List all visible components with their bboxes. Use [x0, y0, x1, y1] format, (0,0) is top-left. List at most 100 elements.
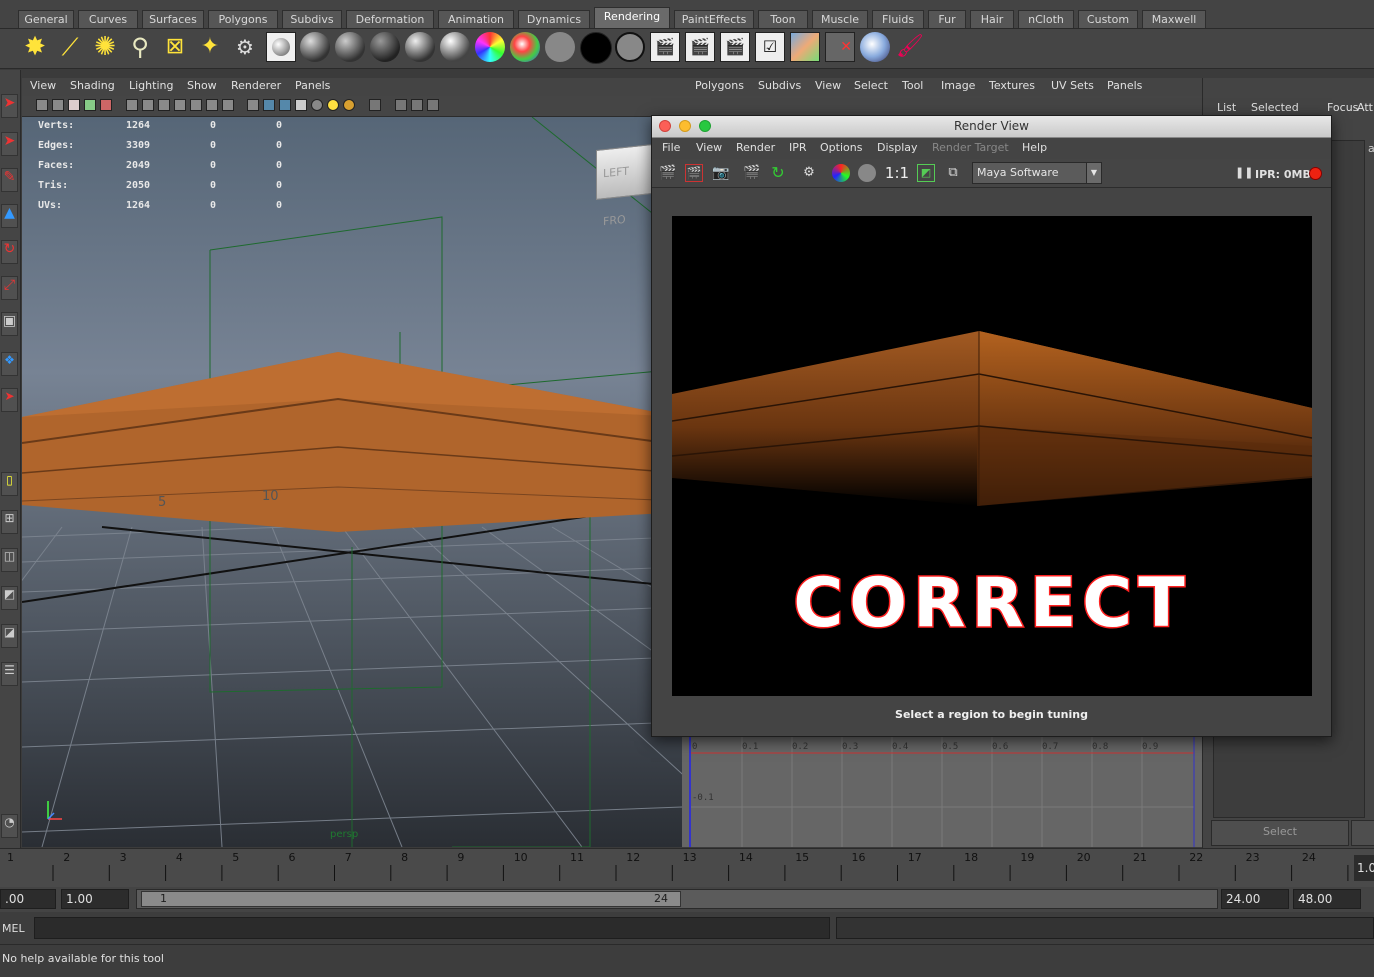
surface-shader-icon[interactable]	[545, 32, 575, 62]
range-slider-track[interactable]: 1 24	[136, 889, 1218, 909]
render-settings-button-icon[interactable]: ⚙	[800, 164, 818, 182]
camera-attributes-icon[interactable]	[52, 99, 64, 111]
mel-label[interactable]: MEL	[2, 922, 25, 935]
bookmarks-icon[interactable]	[68, 99, 80, 111]
rotate-tool-icon[interactable]: ↻	[1, 240, 18, 264]
render-current-frame-icon[interactable]: 🎬	[650, 32, 680, 62]
single-pane-layout-icon[interactable]: ▯	[1, 472, 18, 496]
soft-mod-tool-icon[interactable]: ❖	[1, 352, 18, 376]
last-tool-icon[interactable]: ➤	[1, 388, 18, 412]
shelf-tab-hair[interactable]: Hair	[970, 10, 1014, 28]
uv-menu-select[interactable]: Select	[854, 79, 888, 92]
viewport-menu-view[interactable]: View	[30, 79, 56, 92]
two-d-pan-zoom-icon[interactable]	[100, 99, 112, 111]
render-region-icon[interactable]: 🎬	[685, 164, 703, 182]
playback-start-field[interactable]: 1.00	[61, 889, 129, 909]
shelf-tab-surfaces[interactable]: Surfaces	[142, 10, 204, 28]
safe-title-icon[interactable]	[222, 99, 234, 111]
four-pane-layout-icon[interactable]: ⊞	[1, 510, 18, 534]
light-linking-icon[interactable]: ⚙	[230, 32, 260, 62]
ipr-render-button-icon[interactable]: 🎬	[743, 164, 761, 182]
shading-map-icon[interactable]	[615, 32, 645, 62]
refresh-ipr-icon[interactable]: ↻	[769, 164, 787, 182]
resolution-gate-icon[interactable]	[158, 99, 170, 111]
spot-light-icon[interactable]: ⚲	[125, 32, 155, 62]
load-attributes-button[interactable]	[1351, 820, 1374, 846]
point-light-icon[interactable]: ✺	[90, 32, 120, 62]
viewport-menu-renderer[interactable]: Renderer	[231, 79, 281, 92]
panel-tab-selected[interactable]: Selected	[1251, 101, 1299, 114]
film-gate-icon[interactable]	[142, 99, 154, 111]
renderer-select[interactable]: Maya Software ▼	[972, 162, 1102, 184]
view-cube[interactable]: LEFT FRO	[596, 144, 652, 228]
select-camera-icon[interactable]	[36, 99, 48, 111]
panel-tab-attributes[interactable]: Att	[1357, 101, 1373, 114]
image-plane-icon[interactable]	[84, 99, 96, 111]
display-rgb-channels-icon[interactable]	[832, 164, 850, 182]
shadows-icon[interactable]	[327, 99, 339, 111]
select-tool-icon[interactable]: ➤	[1, 94, 18, 118]
hypershade-icon[interactable]	[266, 32, 296, 62]
xray-icon[interactable]	[395, 99, 407, 111]
volume-light-icon[interactable]: ✦	[195, 32, 225, 62]
rv-menu-render[interactable]: Render	[736, 141, 775, 154]
shelf-tab-muscle[interactable]: Muscle	[812, 10, 868, 28]
ipr-render-icon[interactable]: 🎬	[685, 32, 715, 62]
layered-material-icon[interactable]	[475, 32, 505, 62]
view-cube-front-face[interactable]: FRO	[603, 213, 626, 228]
uv-menu-panels[interactable]: Panels	[1107, 79, 1142, 92]
hypershade-window-icon[interactable]	[790, 32, 820, 62]
lambert-material-icon[interactable]	[335, 32, 365, 62]
mental-ray-icon[interactable]	[860, 32, 890, 62]
uv-menu-textures[interactable]: Textures	[989, 79, 1035, 92]
high-quality-icon[interactable]	[343, 99, 355, 111]
shelf-tab-curves[interactable]: Curves	[78, 10, 138, 28]
grid-toggle-icon[interactable]	[126, 99, 138, 111]
pause-ipr-icon[interactable]: ❚❚	[1235, 164, 1253, 182]
smooth-shade-icon[interactable]	[263, 99, 275, 111]
viewport-menu-lighting[interactable]: Lighting	[129, 79, 173, 92]
snapshot-icon[interactable]: 📷	[712, 164, 730, 182]
phonge-material-icon[interactable]	[405, 32, 435, 62]
quick-layout-icon[interactable]: ◔	[1, 814, 18, 838]
rv-menu-display[interactable]: Display	[877, 141, 918, 154]
render-view-canvas-area[interactable]: CORRECT Select a region to begin tuning	[652, 188, 1331, 735]
viewport-menu-panels[interactable]: Panels	[295, 79, 330, 92]
ramp-material-icon[interactable]	[510, 32, 540, 62]
shelf-tab-animation[interactable]: Animation	[438, 10, 514, 28]
rv-menu-ipr[interactable]: IPR	[789, 141, 807, 154]
batch-render-icon[interactable]: 🎬	[720, 32, 750, 62]
uv-menu-tool[interactable]: Tool	[902, 79, 923, 92]
panel-tab-focus[interactable]: Focus	[1327, 101, 1358, 114]
viewport-menu-show[interactable]: Show	[187, 79, 217, 92]
rendered-image[interactable]: CORRECT	[672, 216, 1312, 696]
rv-menu-file[interactable]: File	[662, 141, 680, 154]
ambient-light-icon[interactable]: ✸	[20, 32, 50, 62]
shelf-tab-dynamics[interactable]: Dynamics	[518, 10, 590, 28]
shelf-tab-deformation[interactable]: Deformation	[346, 10, 434, 28]
remove-image-icon[interactable]: ⧉	[944, 164, 962, 182]
area-light-icon[interactable]: ⊠	[160, 32, 190, 62]
directional-light-icon[interactable]: ⟋	[55, 32, 85, 62]
shelf-tab-fluids[interactable]: Fluids	[872, 10, 924, 28]
xray-joints-icon[interactable]	[411, 99, 423, 111]
range-slider-handle[interactable]: 1 24	[141, 891, 681, 907]
gate-mask-icon[interactable]	[174, 99, 186, 111]
select-button[interactable]: Select	[1211, 820, 1349, 846]
shelf-tab-toon[interactable]: Toon	[758, 10, 808, 28]
outliner-layout-icon[interactable]: ☰	[1, 662, 18, 686]
shelf-tab-ncloth[interactable]: nCloth	[1018, 10, 1074, 28]
render-settings-icon[interactable]: ☑	[755, 32, 785, 62]
display-alpha-channel-icon[interactable]	[858, 164, 876, 182]
persp-graph-layout-icon[interactable]: ◩	[1, 586, 18, 610]
uv-menu-polygons[interactable]: Polygons	[695, 79, 744, 92]
phong-material-icon[interactable]	[370, 32, 400, 62]
uv-menu-subdivs[interactable]: Subdivs	[758, 79, 801, 92]
field-chart-icon[interactable]	[190, 99, 202, 111]
current-frame-field[interactable]: 1.0	[1354, 855, 1374, 881]
textured-icon[interactable]	[295, 99, 307, 111]
scale-tool-icon[interactable]: ⤢	[1, 276, 18, 300]
zoom-ratio-label[interactable]: 1:1	[884, 164, 910, 182]
uv-menu-uv-sets[interactable]: UV Sets	[1051, 79, 1094, 92]
paint-brush-icon[interactable]: 🖌	[895, 32, 925, 62]
